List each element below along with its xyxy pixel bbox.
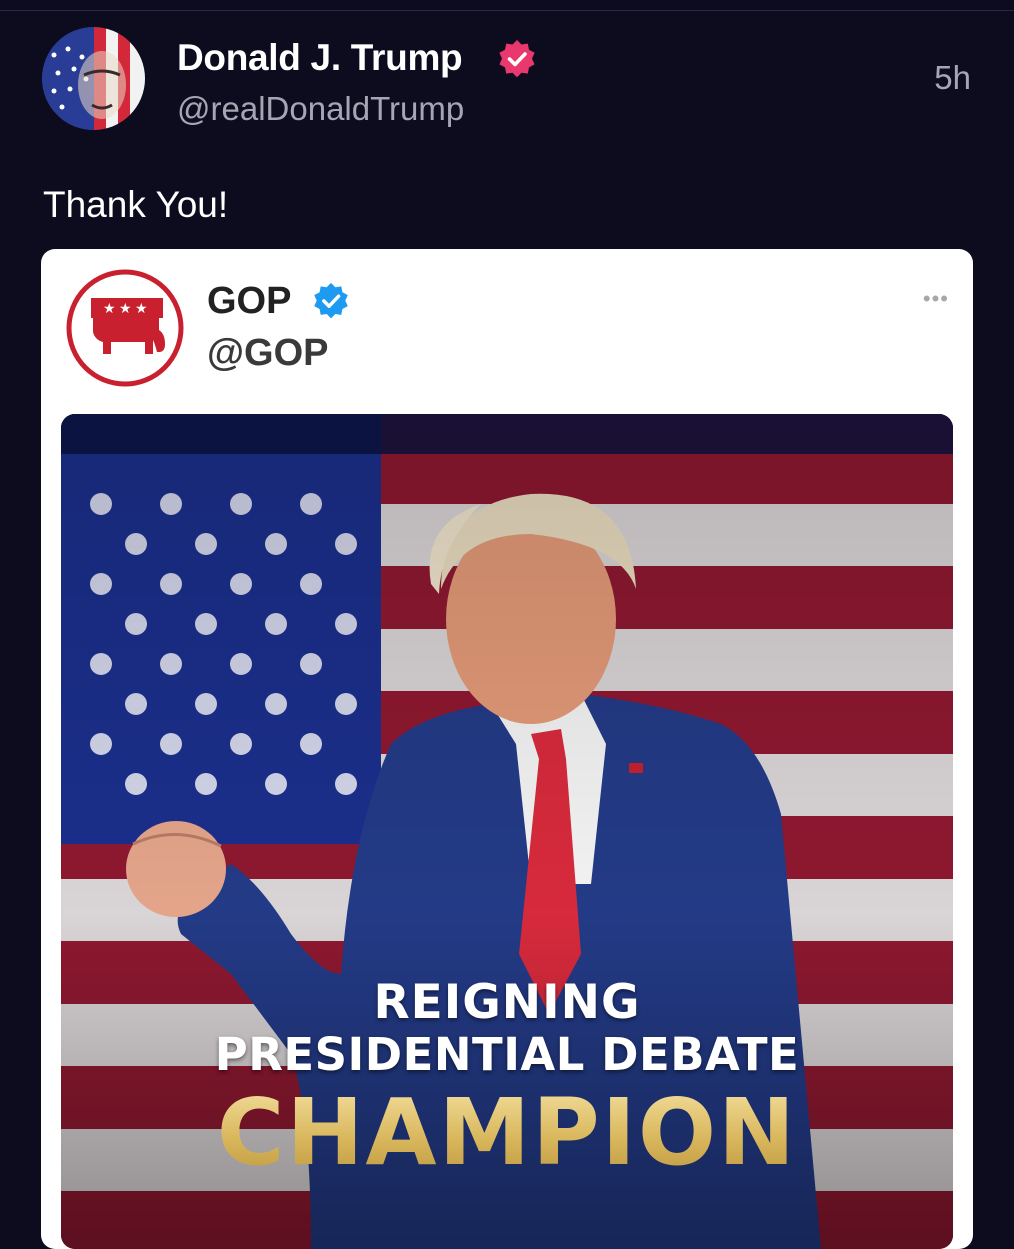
republican-elephant-logo[interactable]: ★ ★ ★: [65, 268, 185, 388]
embedded-account-handle[interactable]: @GOP: [207, 331, 329, 375]
verified-check-icon: [311, 281, 351, 321]
author-name[interactable]: Donald J. Trump: [177, 36, 463, 80]
embedded-post-card[interactable]: ★ ★ ★ GOP @GOP ••• REIGNING PRESIDENTIAL…: [41, 249, 973, 1249]
embedded-account-name[interactable]: GOP: [207, 279, 291, 323]
post-timestamp[interactable]: 5h: [934, 58, 971, 98]
author-handle[interactable]: @realDonaldTrump: [177, 88, 464, 130]
post-text: Thank You!: [43, 184, 229, 225]
svg-text:★: ★: [119, 301, 132, 317]
post-image[interactable]: REIGNING PRESIDENTIAL DEBATE CHAMPION: [61, 414, 953, 1249]
image-caption-line-3: CHAMPION: [61, 1078, 953, 1188]
svg-text:★: ★: [135, 301, 148, 317]
more-options-icon[interactable]: •••: [923, 288, 949, 310]
image-caption-line-2: PRESIDENTIAL DEBATE: [214, 1028, 800, 1081]
top-divider: [0, 10, 1014, 11]
verified-badge-icon: [496, 38, 538, 80]
image-caption-line-1: REIGNING: [373, 975, 641, 1030]
author-avatar[interactable]: [42, 27, 145, 130]
svg-text:★: ★: [103, 301, 116, 317]
